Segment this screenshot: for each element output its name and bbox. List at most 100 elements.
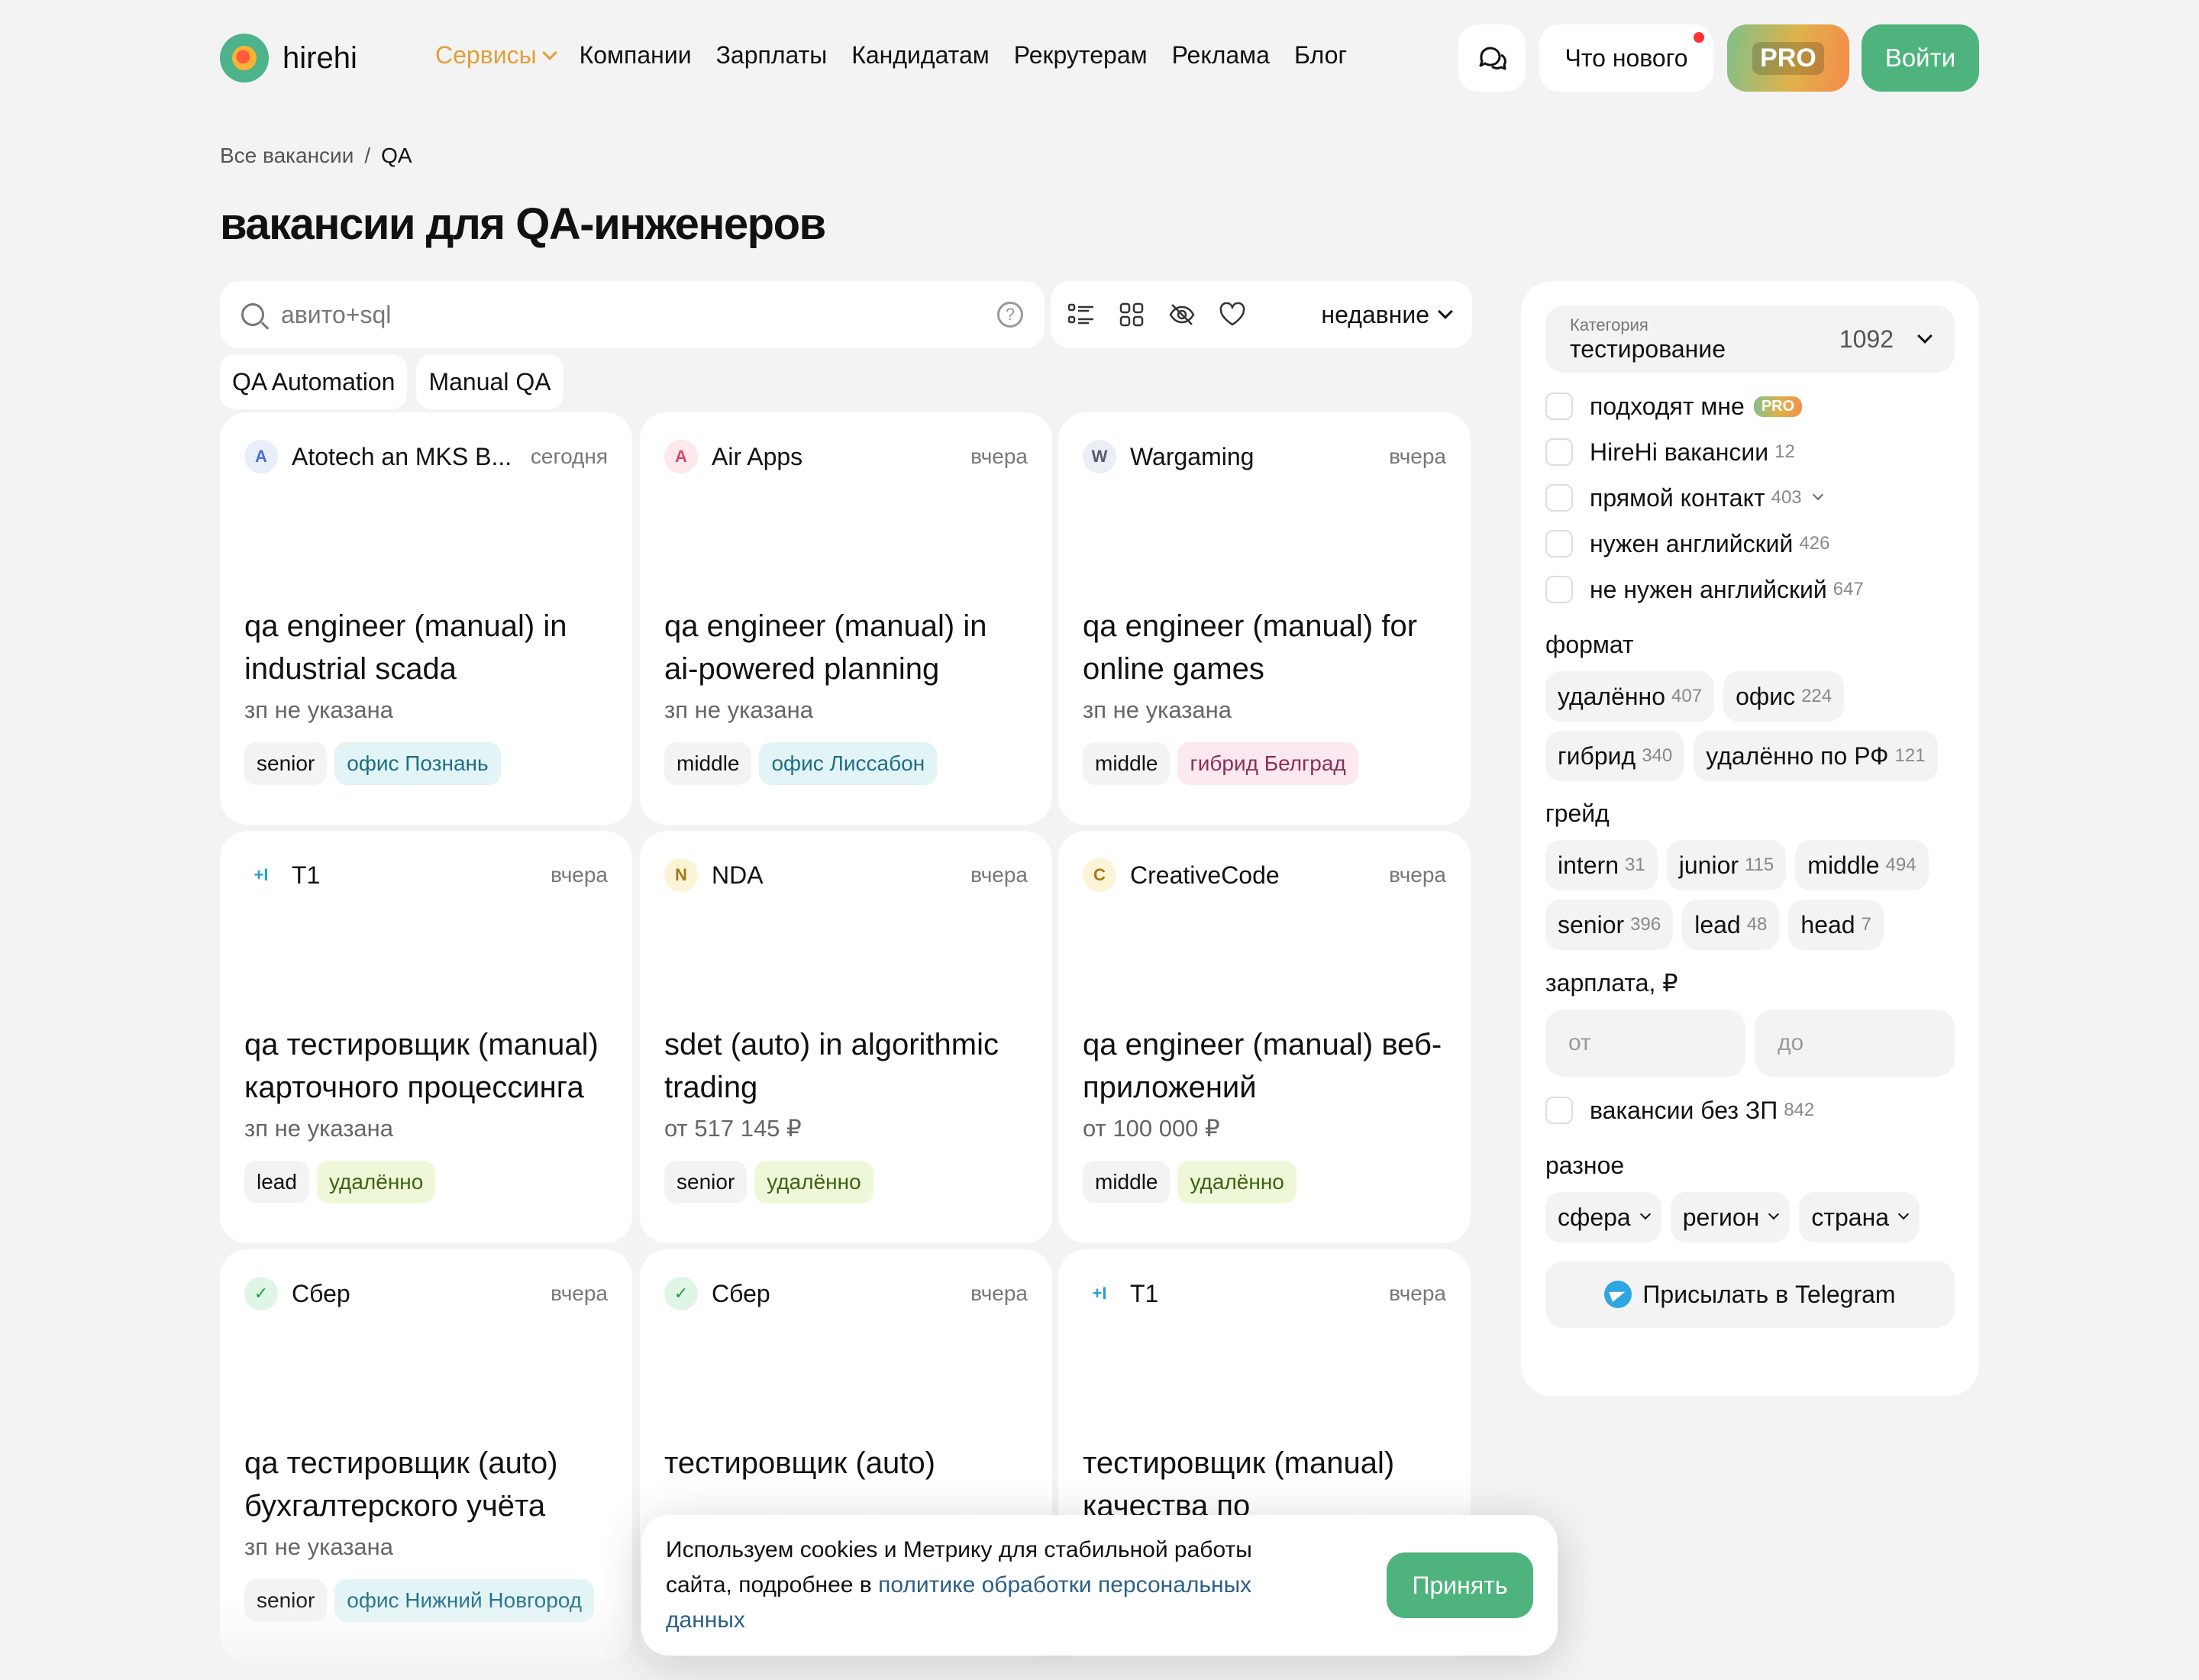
- salary-range: от до: [1545, 1010, 1955, 1077]
- job-tags: senior удалённо: [664, 1161, 1028, 1203]
- company-name[interactable]: Air Apps: [712, 443, 970, 471]
- nav-recruiters[interactable]: Рекрутерам: [1014, 41, 1148, 69]
- cookie-banner: Используем cookies и Метрику для стабиль…: [641, 1515, 1558, 1656]
- grid-view-icon[interactable]: [1115, 298, 1148, 331]
- format-heading: формат: [1545, 631, 1634, 658]
- login-button[interactable]: Войти: [1862, 24, 1979, 92]
- job-card[interactable]: C CreativeCode вчера qa engineer (manual) в…: [1058, 831, 1471, 1243]
- checkbox-box[interactable]: [1545, 393, 1573, 420]
- job-title[interactable]: qa engineer (manual) in industrial scada: [244, 605, 608, 690]
- nav-companies[interactable]: Компании: [580, 41, 692, 69]
- nav-candidates[interactable]: Кандидатам: [851, 41, 990, 69]
- posted-date: сегодня: [530, 444, 608, 468]
- breadcrumb-all-jobs[interactable]: Все вакансии: [220, 144, 354, 168]
- format-remote-rf[interactable]: удалённо по РФ 121: [1694, 731, 1938, 781]
- checkbox-direct-contact[interactable]: прямой контакт 403: [1545, 475, 1955, 521]
- card-header: ✓ Сбер вчера: [664, 1277, 1028, 1310]
- job-title[interactable]: qa тестировщик (manual) карточного проце…: [244, 1023, 608, 1109]
- company-name[interactable]: CreativeCode: [1130, 861, 1389, 890]
- checkbox-box[interactable]: [1545, 1097, 1573, 1124]
- checkbox-english-not-required[interactable]: не нужен английский 647: [1545, 567, 1955, 612]
- nav-ads[interactable]: Реклама: [1172, 41, 1270, 69]
- salary-to-input[interactable]: до: [1755, 1010, 1955, 1077]
- format-hybrid[interactable]: гибрид 340: [1545, 731, 1685, 781]
- job-card[interactable]: A Air Apps вчера qa engineer (manual) in ai…: [640, 412, 1052, 825]
- grade-junior[interactable]: junior 115: [1666, 840, 1787, 890]
- grade-intern[interactable]: intern 31: [1545, 840, 1658, 890]
- company-name[interactable]: Wargaming: [1130, 443, 1389, 471]
- page-title: вакансии для QA-инженеров: [220, 199, 826, 249]
- nav-salaries[interactable]: Зарплаты: [716, 41, 828, 69]
- chat-button[interactable]: [1458, 24, 1526, 92]
- sphere-dropdown[interactable]: сфера: [1545, 1192, 1661, 1242]
- company-name[interactable]: T1: [1130, 1280, 1389, 1308]
- job-title[interactable]: qa тестировщик (auto) бухгалтерского учё…: [244, 1442, 608, 1527]
- location-tag: офис Познань: [334, 742, 501, 785]
- checkbox-box[interactable]: [1545, 530, 1573, 557]
- checkbox-suits-me[interactable]: подходят мне PRO: [1545, 383, 1955, 429]
- nav-services[interactable]: Сервисы: [435, 41, 557, 69]
- format-office[interactable]: офис 224: [1723, 671, 1845, 722]
- list-view-icon[interactable]: [1064, 298, 1098, 331]
- job-title[interactable]: qa engineer (manual) in ai-powered plann…: [664, 605, 1028, 690]
- company-avatar: W: [1083, 440, 1116, 473]
- job-card[interactable]: A Atotech an MKS B... сегодня qa engineer (…: [220, 412, 632, 825]
- category-select[interactable]: Категория тестирование 1092: [1545, 305, 1955, 373]
- company-avatar: A: [664, 440, 698, 473]
- grade-senior[interactable]: senior 396: [1545, 900, 1674, 950]
- company-name[interactable]: Сбер: [292, 1280, 551, 1308]
- tag-qa-automation[interactable]: QA Automation: [220, 354, 408, 409]
- checkbox-english-required[interactable]: нужен английский 426: [1545, 521, 1955, 567]
- grade-head[interactable]: head 7: [1788, 900, 1884, 950]
- job-title[interactable]: sdet (auto) in algorithmic trading: [664, 1023, 1028, 1109]
- posted-date: вчера: [1389, 1281, 1446, 1305]
- card-header: +I T1 вчера: [1083, 1277, 1446, 1310]
- nav-blog[interactable]: Блог: [1294, 41, 1347, 69]
- job-title[interactable]: qa engineer (manual) веб-приложений: [1083, 1023, 1446, 1109]
- logo[interactable]: hirehi: [220, 34, 357, 82]
- hide-viewed-icon[interactable]: [1165, 298, 1199, 331]
- sort-dropdown[interactable]: недавние: [1321, 301, 1458, 329]
- company-name[interactable]: T1: [292, 861, 551, 890]
- grade-lead[interactable]: lead 48: [1682, 900, 1780, 950]
- posted-date: вчера: [551, 863, 608, 887]
- chevron-down-icon[interactable]: [1812, 489, 1823, 501]
- category-label: Категория: [1570, 315, 1648, 334]
- tag-manual-qa[interactable]: Manual QA: [416, 354, 563, 409]
- checkbox-hirehi-jobs[interactable]: HireHi вакансии 12: [1545, 429, 1955, 475]
- whats-new-button[interactable]: Что нового: [1539, 24, 1713, 92]
- company-name[interactable]: NDA: [712, 861, 970, 890]
- accept-cookies-button[interactable]: Принять: [1387, 1552, 1533, 1618]
- chevron-down-icon: [1438, 304, 1453, 319]
- card-header: ✓ Сбер вчера: [244, 1277, 608, 1310]
- pro-badge: PRO: [1753, 396, 1803, 417]
- search-input[interactable]: [281, 300, 997, 329]
- job-card[interactable]: +I T1 вчера qa тестировщик (manual) карточн…: [220, 831, 632, 1243]
- grade-tag: senior: [244, 742, 328, 785]
- job-card[interactable]: N NDA вчера sdet (auto) in algorithmic trad…: [640, 831, 1052, 1243]
- logo-text: hirehi: [283, 40, 357, 75]
- grade-middle[interactable]: middle 494: [1795, 840, 1929, 890]
- telegram-subscribe-button[interactable]: Присылать в Telegram: [1545, 1261, 1955, 1328]
- company-name[interactable]: Atotech an MKS B...: [292, 443, 531, 471]
- company-avatar: C: [1083, 858, 1116, 892]
- category-count: 1092: [1839, 325, 1894, 353]
- help-icon[interactable]: ?: [997, 302, 1023, 328]
- region-dropdown[interactable]: регион: [1670, 1192, 1791, 1242]
- breadcrumb-current: QA: [381, 144, 412, 167]
- grade-tag: middle: [1083, 742, 1171, 785]
- checkbox-no-salary[interactable]: вакансии без ЗП 842: [1545, 1087, 1955, 1133]
- format-remote[interactable]: удалённо 407: [1545, 671, 1715, 722]
- pro-button[interactable]: PRO: [1727, 24, 1849, 92]
- job-title[interactable]: qa engineer (manual) for online games: [1083, 605, 1446, 690]
- company-name[interactable]: Сбер: [712, 1280, 970, 1308]
- checkbox-box[interactable]: [1545, 576, 1573, 603]
- job-card[interactable]: W Wargaming вчера qa engineer (manual) for …: [1058, 412, 1471, 825]
- checkbox-box[interactable]: [1545, 438, 1573, 466]
- checkbox-box[interactable]: [1545, 484, 1573, 512]
- job-tags: middle гибрид Белград: [1083, 742, 1446, 785]
- salary-from-input[interactable]: от: [1545, 1010, 1745, 1077]
- country-dropdown[interactable]: страна: [1799, 1192, 1920, 1242]
- job-salary: зп не указана: [244, 1115, 394, 1142]
- favorites-heart-icon[interactable]: [1216, 298, 1249, 331]
